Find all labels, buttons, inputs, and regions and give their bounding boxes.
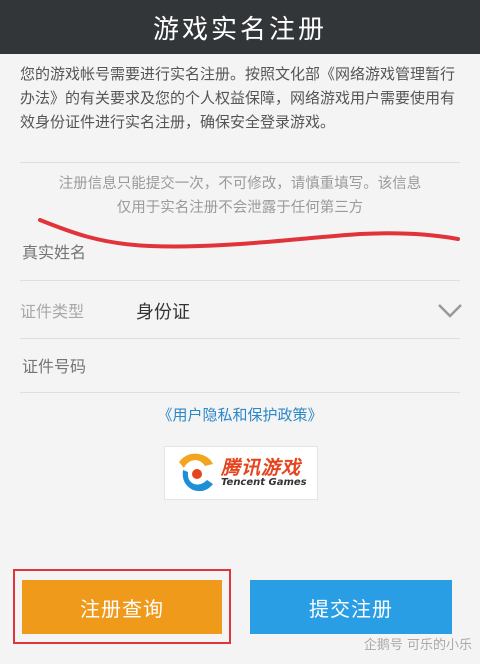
notice-line-2: 仅用于实名注册不会泄露于任何第三方 bbox=[116, 200, 364, 216]
page-title-bar: 游戏实名注册 bbox=[0, 0, 480, 54]
logo-text: 腾讯游戏 bbox=[221, 457, 302, 479]
watermark: 企鹅号 可乐的小乐 bbox=[363, 638, 472, 653]
red-annotation-box bbox=[13, 569, 231, 644]
intro-text: 您的游戏帐号需要进行实名注册。按照文化部《网络游戏管理暂行办法》的有关要求及您的… bbox=[20, 65, 456, 131]
id-type-select[interactable]: 身份证 bbox=[136, 298, 190, 324]
notice-line-1: 注册信息只能提交一次，不可修改，请慎重填写。该信息 bbox=[58, 176, 422, 192]
page-title: 游戏实名注册 bbox=[152, 14, 327, 45]
submit-registration-label: 提交注册 bbox=[309, 596, 393, 621]
tencent-games-logo-icon bbox=[179, 453, 213, 492]
privacy-policy-link[interactable]: 《用户隐私和保护政策》 bbox=[0, 404, 480, 425]
divider bbox=[20, 392, 460, 393]
notice-text: 注册信息只能提交一次，不可修改，请慎重填写。该信息 仅用于实名注册不会泄露于任何… bbox=[20, 172, 460, 220]
id-number-input[interactable] bbox=[20, 350, 464, 382]
chevron-down-icon[interactable] bbox=[436, 302, 464, 320]
divider bbox=[20, 280, 460, 281]
divider bbox=[20, 338, 460, 339]
id-type-label: 证件类型 bbox=[20, 302, 85, 321]
submit-registration-button[interactable]: 提交注册 bbox=[250, 580, 452, 634]
divider bbox=[20, 162, 460, 163]
real-name-input[interactable] bbox=[20, 236, 464, 268]
tencent-games-logo: 腾讯游戏 Tencent Games bbox=[164, 446, 318, 500]
logo-subtext: Tencent Games bbox=[221, 477, 307, 488]
